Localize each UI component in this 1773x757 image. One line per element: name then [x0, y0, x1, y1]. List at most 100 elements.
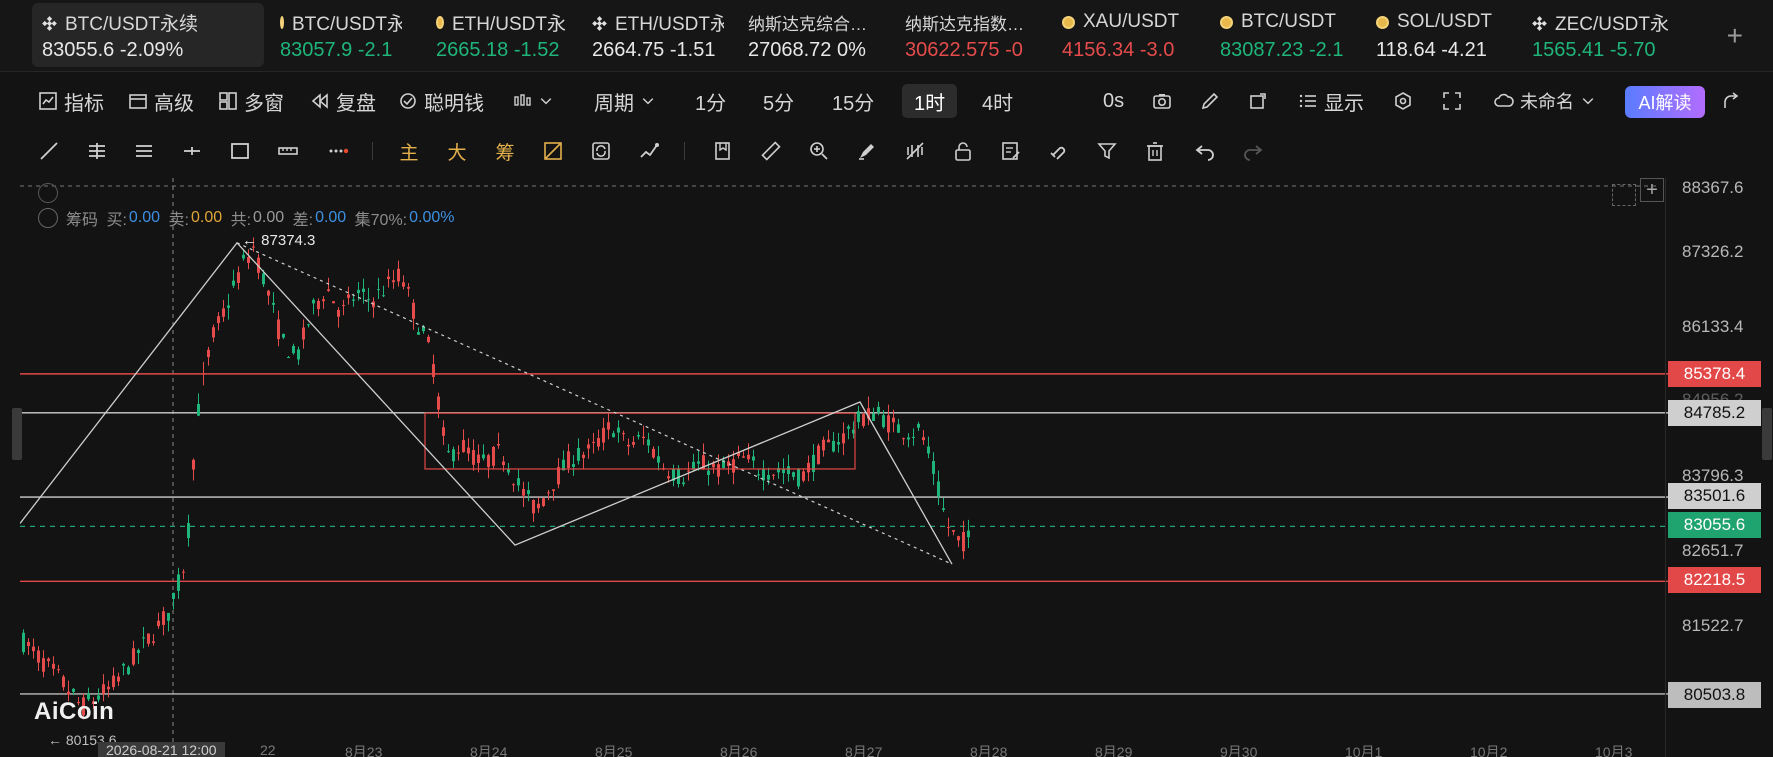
corner-box-icon[interactable] [1612, 184, 1636, 206]
interval-5m[interactable]: 5分 [763, 84, 794, 118]
share-out-button[interactable] [1722, 84, 1742, 118]
share-button[interactable] [1248, 84, 1268, 118]
zoom-in-icon[interactable] [806, 138, 832, 164]
candle-body [687, 470, 690, 472]
candle-body [137, 650, 140, 654]
ticker-change: -2.1 [357, 39, 393, 61]
visibility-toggle-icon[interactable] [902, 138, 928, 164]
horizontal-channel-tool-icon[interactable] [131, 138, 157, 164]
display-button[interactable]: 显示 [1298, 84, 1364, 118]
advanced-button[interactable]: 高级 [128, 84, 194, 118]
ticker-tab-5[interactable]: 纳斯达克指数… 30622.575 -0 [895, 3, 1035, 67]
screenshot-button[interactable] [1152, 84, 1172, 118]
indicators-button[interactable]: 指标 [38, 84, 104, 118]
fullscreen-icon [1443, 92, 1461, 110]
add-level-button[interactable]: + [1640, 178, 1664, 202]
ticker-tab-7[interactable]: BTC/USDT 83087.23 -2.1 [1210, 3, 1350, 67]
ticker-tab-2[interactable]: ETH/USDT永 2665.18 -1.52 [426, 3, 566, 67]
price-level-tag[interactable]: 82218.5 [1668, 567, 1761, 593]
indicator-tool-icon[interactable] [636, 138, 662, 164]
price-axis-label: 88367.6 [1682, 178, 1744, 197]
toolbar-divider [684, 142, 685, 160]
add-ticker-plus-icon[interactable]: + [1727, 20, 1743, 52]
coin-icon [1220, 15, 1233, 29]
right-panel-toggle[interactable] [1762, 408, 1772, 460]
edit-list-icon[interactable] [998, 138, 1024, 164]
interval-15m[interactable]: 15分 [832, 84, 874, 118]
ticker-tab-6[interactable]: XAU/USDT 4156.34 -3.0 [1052, 3, 1192, 67]
ticker-price: 4156.34 [1062, 39, 1135, 61]
ticker-tab-4[interactable]: 纳斯达克综合… 27068.72 0% [738, 3, 878, 67]
chart-type-dropdown[interactable] [512, 84, 554, 118]
left-panel-toggle[interactable] [12, 408, 22, 460]
ticker-tab-9[interactable]: ZEC/USDT永 1565.41 -5.70 [1522, 3, 1670, 67]
parallel-lines-tool-icon[interactable] [84, 138, 110, 164]
candle-body [317, 300, 320, 310]
candle-body [497, 443, 500, 446]
magnet-icon[interactable] [1046, 138, 1072, 164]
ticker-tab-1[interactable]: BTC/USDT永 83057.9 -2.1 [270, 3, 402, 67]
collapse-indicator-icon[interactable] [38, 208, 58, 228]
big-order-toggle[interactable]: 大 [444, 138, 470, 164]
candlestick-type-icon [514, 94, 531, 106]
heatmap-toggle-icon[interactable] [540, 138, 566, 164]
ruler-icon[interactable] [758, 138, 784, 164]
candle-body [452, 449, 455, 462]
main-chart-toggle[interactable]: 主 [396, 138, 422, 164]
ticker-tab-0[interactable]: BTC/USDT永续 83055.6 -2.09% [32, 3, 264, 67]
filter-icon[interactable] [1094, 138, 1120, 164]
refresh-chart-icon[interactable] [588, 138, 614, 164]
interval-4h[interactable]: 4时 [982, 84, 1013, 118]
replay-button[interactable]: 复盘 [310, 84, 376, 118]
more-tools-icon[interactable] [325, 138, 351, 164]
candle-body [287, 357, 290, 359]
candle-body [197, 403, 200, 416]
folder-icon [129, 94, 147, 109]
concentration-value: 0.00% [409, 209, 455, 226]
trend-line-tool-icon[interactable] [36, 138, 62, 164]
chips-toggle[interactable]: 筹 [492, 138, 518, 164]
undo-icon[interactable] [1192, 138, 1218, 164]
ticker-tab-3[interactable]: ETH/USDT永 2664.75 -1.51 [582, 3, 724, 67]
last-price-tag[interactable]: 83055.6 [1668, 512, 1761, 538]
layout-name-dropdown[interactable]: 未命名 [1494, 84, 1596, 118]
fullscreen-button[interactable] [1442, 84, 1462, 118]
interval-1m[interactable]: 1分 [695, 84, 726, 118]
period-dropdown[interactable]: 周期 [594, 84, 656, 118]
share-arrow-icon [1724, 92, 1739, 108]
candle-body [947, 526, 950, 528]
candle-body [487, 455, 490, 468]
delete-icon[interactable] [1142, 138, 1168, 164]
lock-icon[interactable] [950, 138, 976, 164]
interval-1h[interactable]: 1时 [902, 84, 958, 118]
settings-button[interactable] [1393, 84, 1413, 118]
price-level-tag[interactable]: 84785.2 [1668, 400, 1761, 426]
interval-label: 1分 [695, 92, 727, 115]
ai-interpret-button[interactable]: AI解读 [1625, 86, 1705, 118]
period-label: 周期 [594, 92, 634, 115]
candlestick-chart[interactable]: ← 87374.3← 80153.6 [20, 178, 1685, 757]
candle-body [792, 472, 795, 477]
candle-body [292, 346, 295, 354]
multi-window-button[interactable]: 多窗 [218, 84, 284, 118]
time-axis[interactable]: 2026-08-21 12:00 22 8月23 8月24 8月25 8月26 … [20, 742, 1685, 757]
ticker-tab-8[interactable]: SOL/USDT 118.64 -4.21 [1366, 3, 1506, 67]
expand-indicator-icon[interactable] [38, 183, 58, 203]
price-chart[interactable]: ← 87374.3 ← 80153.6 [20, 178, 1685, 757]
smart-money-button[interactable]: 聪明钱 [398, 84, 484, 118]
chevron-down-icon [540, 98, 552, 105]
draw-button[interactable] [1200, 84, 1220, 118]
bookmark-icon[interactable] [710, 138, 736, 164]
redo-icon[interactable] [1240, 138, 1266, 164]
candle-body [622, 433, 625, 435]
price-level-tag[interactable]: 80503.8 [1668, 682, 1761, 708]
rectangle-tool-icon[interactable] [227, 138, 253, 164]
price-level-tag[interactable]: 85378.4 [1668, 361, 1761, 387]
brush-icon[interactable] [854, 138, 880, 164]
countdown-label: 0s [1103, 89, 1125, 112]
horizontal-line-tool-icon[interactable] [179, 138, 205, 164]
price-level-tag[interactable]: 83501.6 [1668, 483, 1761, 509]
candle-body [162, 611, 165, 625]
candle-body [167, 612, 170, 621]
measure-tool-icon[interactable] [275, 138, 301, 164]
